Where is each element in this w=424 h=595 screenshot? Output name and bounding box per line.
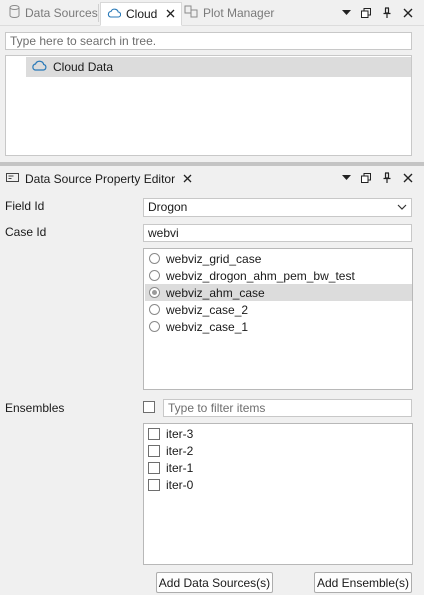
tab-data-sources[interactable]: Data Sources <box>3 2 104 24</box>
tab-label: Plot Manager <box>203 6 275 20</box>
select-all-checkbox[interactable] <box>143 401 155 413</box>
case-option-label: webviz_case_1 <box>166 319 249 334</box>
tree-item-cloud-data[interactable]: Cloud Data <box>26 57 411 77</box>
tab-cloud[interactable]: Cloud <box>100 2 183 26</box>
tab-plot-manager[interactable]: Plot Manager <box>178 2 280 24</box>
close-icon[interactable] <box>400 169 416 187</box>
ensemble-label: iter-1 <box>166 460 194 475</box>
close-icon[interactable] <box>183 172 192 186</box>
ensemble-label: iter-0 <box>166 477 194 492</box>
case-option[interactable]: webviz_grid_case <box>145 250 412 267</box>
ensembles-list: iter-3 iter-2 iter-1 iter-0 <box>143 423 413 565</box>
plot-manager-icon <box>184 5 198 21</box>
ensembles-filter-input[interactable]: Type to filter items <box>163 399 412 417</box>
case-option-label: webviz_drogon_ahm_pem_bw_test <box>166 268 355 283</box>
case-option-label: webviz_ahm_case <box>166 285 265 300</box>
case-option-label: webviz_case_2 <box>166 302 249 317</box>
close-icon[interactable] <box>166 7 175 21</box>
dropdown-icon[interactable] <box>338 4 354 22</box>
add-ensemble-button[interactable]: Add Ensemble(s) <box>314 572 412 593</box>
ensemble-item[interactable]: iter-1 <box>145 459 412 476</box>
radio-button[interactable] <box>149 321 160 332</box>
case-option[interactable]: webviz_case_1 <box>145 318 412 335</box>
ensemble-item[interactable]: iter-3 <box>145 425 412 442</box>
case-option-label: webviz_grid_case <box>166 251 262 266</box>
case-option[interactable]: webviz_drogon_ahm_pem_bw_test <box>145 267 412 284</box>
float-icon[interactable] <box>358 4 374 22</box>
ensembles-label: Ensembles <box>5 401 65 415</box>
dropdown-icon[interactable] <box>338 169 354 187</box>
field-id-value: Drogon <box>148 200 188 214</box>
case-id-label: Case Id <box>5 225 47 239</box>
database-icon <box>9 5 20 21</box>
add-data-sources-button[interactable]: Add Data Sources(s) <box>156 572 273 593</box>
case-option[interactable]: webviz_case_2 <box>145 301 412 318</box>
tab-divider <box>98 4 99 22</box>
case-id-list: webviz_grid_case webviz_drogon_ahm_pem_b… <box>143 248 413 390</box>
cloud-data-tree: Cloud Data <box>5 55 412 156</box>
ensemble-item[interactable]: iter-2 <box>145 442 412 459</box>
dock-splitter[interactable] <box>0 162 424 166</box>
ensemble-item[interactable]: iter-0 <box>145 476 412 493</box>
radio-button[interactable] <box>149 270 160 281</box>
case-option-selected[interactable]: webviz_ahm_case <box>145 284 412 301</box>
checkbox[interactable] <box>148 444 160 457</box>
ensemble-label: iter-2 <box>166 443 194 458</box>
close-icon[interactable] <box>400 4 416 22</box>
radio-button-checked[interactable] <box>149 287 160 298</box>
radio-button[interactable] <box>149 304 160 315</box>
cloud-icon <box>31 60 47 74</box>
pin-icon[interactable] <box>379 169 395 187</box>
radio-button[interactable] <box>149 253 160 264</box>
tree-item-label: Cloud Data <box>53 60 114 74</box>
pin-icon[interactable] <box>379 4 395 22</box>
checkbox[interactable] <box>148 427 160 440</box>
property-editor-icon <box>6 172 20 186</box>
case-id-filter-input[interactable]: webvi <box>143 224 412 242</box>
checkbox[interactable] <box>148 478 160 491</box>
float-icon[interactable] <box>358 169 374 187</box>
property-editor-title: Data Source Property Editor <box>25 172 176 186</box>
tab-label: Cloud <box>126 7 158 21</box>
cloud-icon <box>107 7 122 21</box>
field-id-label: Field Id <box>5 199 45 213</box>
dock-tab-bar: Data Sources Cloud Plot Manager <box>0 0 424 26</box>
ensemble-label: iter-3 <box>166 426 194 441</box>
tree-search-input[interactable]: Type here to search in tree. <box>5 32 412 50</box>
tab-label: Data Sources <box>25 6 98 20</box>
chevron-down-icon <box>397 201 407 215</box>
checkbox[interactable] <box>148 461 160 474</box>
field-id-select[interactable]: Drogon <box>143 198 412 217</box>
